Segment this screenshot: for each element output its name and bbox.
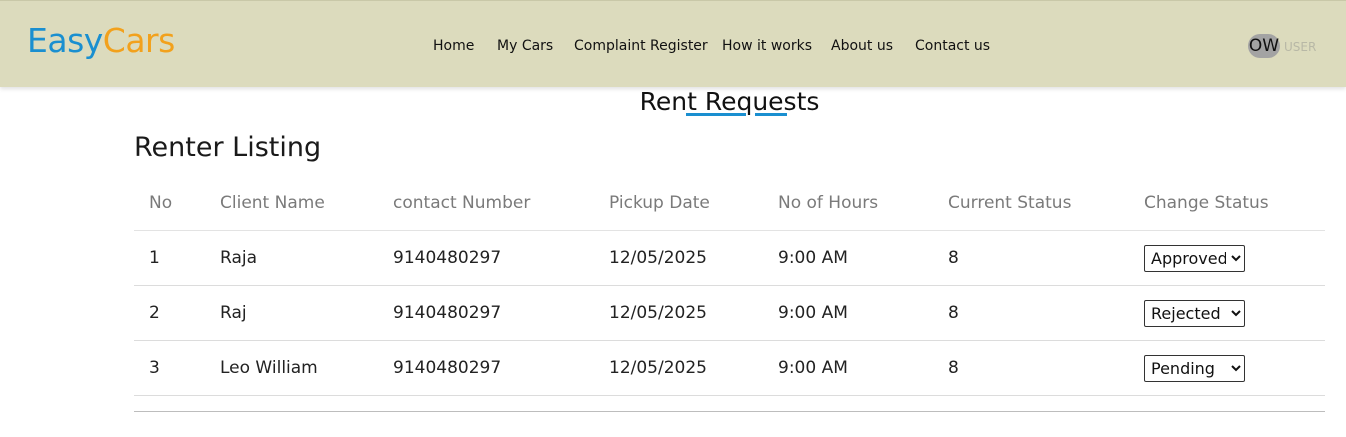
cell-change-status: ApprovedRejectedPending (1129, 285, 1325, 341)
header-change-status: Change Status (1129, 176, 1325, 231)
header-current-status: Current Status (933, 176, 1129, 231)
cell-client-name: Raja (205, 230, 378, 286)
brand-logo[interactable]: EasyCars (27, 21, 175, 61)
page-title: Rent Requests (639, 87, 820, 116)
cell-change-status: ApprovedRejectedPending (1129, 340, 1325, 396)
table-row: 3 Leo William 9140480297 12/05/2025 9:00… (134, 340, 1325, 396)
cell-pickup-date: 12/05/2025 (594, 230, 763, 286)
cell-no: 2 (134, 285, 205, 341)
cell-current-status: 8 (933, 285, 1129, 341)
heading-underline-accent (686, 113, 746, 116)
cell-current-status: 8 (933, 230, 1129, 286)
nav-item-how-it-works[interactable]: How it works (722, 36, 812, 56)
status-select[interactable]: ApprovedRejectedPending (1144, 244, 1245, 272)
cell-contact-number: 9140480297 (378, 340, 594, 396)
table-header-row: No Client Name contact Number Pickup Dat… (134, 176, 1325, 231)
cell-pickup-date: 12/05/2025 (594, 285, 763, 341)
cell-no: 3 (134, 340, 205, 396)
section-title: Renter Listing (134, 132, 322, 163)
cell-contact-number: 9140480297 (378, 230, 594, 286)
header-contact-number: contact Number (378, 176, 594, 231)
brand-part-cars: Cars (102, 21, 176, 60)
brand-part-easy: Easy (27, 21, 103, 60)
table-row: 1 Raja 9140480297 12/05/2025 9:00 AM 8 A… (134, 230, 1325, 286)
nav-item-complaint-register[interactable]: Complaint Register (574, 36, 708, 56)
nav-item-home[interactable]: Home (433, 36, 474, 56)
renter-table: No Client Name contact Number Pickup Dat… (134, 176, 1325, 396)
table-row: 2 Raj 9140480297 12/05/2025 9:00 AM 8 Ap… (134, 285, 1325, 341)
cell-pickup-date: 12/05/2025 (594, 340, 763, 396)
header-client-name: Client Name (205, 176, 378, 231)
header-no: No (134, 176, 205, 231)
cell-change-status: ApprovedRejectedPending (1129, 230, 1325, 286)
nav-item-about-us[interactable]: About us (831, 36, 893, 56)
cell-contact-number: 9140480297 (378, 285, 594, 341)
cell-no-of-hours: 9:00 AM (763, 230, 933, 286)
cell-no-of-hours: 9:00 AM (763, 340, 933, 396)
status-select[interactable]: ApprovedRejectedPending (1144, 354, 1245, 382)
cell-client-name: Leo William (205, 340, 378, 396)
header-pickup-date: Pickup Date (594, 176, 763, 231)
cell-no: 1 (134, 230, 205, 286)
top-navbar: EasyCars Home My Cars Complaint Register… (0, 0, 1346, 87)
header-no-of-hours: No of Hours (763, 176, 933, 231)
user-role-label: USER (1284, 40, 1317, 54)
status-select[interactable]: ApprovedRejectedPending (1144, 299, 1245, 327)
cell-client-name: Raj (205, 285, 378, 341)
nav-item-contact-us[interactable]: Contact us (915, 36, 990, 56)
cell-current-status: 8 (933, 340, 1129, 396)
avatar[interactable]: OW (1248, 34, 1280, 58)
table-bottom-divider (134, 411, 1325, 412)
nav-item-my-cars[interactable]: My Cars (497, 36, 553, 56)
heading-underline-accent-2 (755, 113, 787, 116)
cell-no-of-hours: 9:00 AM (763, 285, 933, 341)
